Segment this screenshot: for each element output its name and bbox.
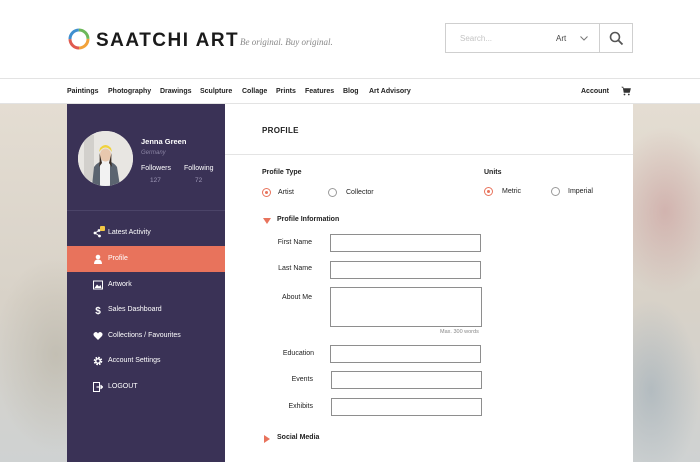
following-label[interactable]: Following	[184, 165, 214, 172]
nav-account[interactable]: Account	[581, 88, 609, 95]
last-name-label: Last Name	[278, 265, 312, 272]
sidebar-item-label: Sales Dashboard	[108, 306, 162, 313]
search-button[interactable]	[600, 23, 633, 53]
nav-photography[interactable]: Photography	[108, 88, 151, 95]
main-nav: Paintings Photography Drawings Sculpture…	[0, 78, 700, 104]
svg-text:$: $	[95, 306, 101, 315]
title-divider	[225, 154, 633, 155]
caret-down-icon	[263, 218, 271, 224]
chevron-down-icon	[580, 36, 588, 41]
sidebar-item-artwork[interactable]: Artwork	[67, 272, 225, 298]
user-icon	[94, 254, 102, 264]
radio-metric-label[interactable]: Metric	[502, 188, 521, 195]
about-me-textarea[interactable]	[331, 288, 481, 326]
page-title: PROFILE	[262, 126, 299, 135]
nav-features[interactable]: Features	[305, 88, 334, 95]
education-label: Education	[282, 350, 314, 357]
avatar[interactable]	[78, 131, 133, 186]
sidebar-divider	[67, 210, 225, 211]
social-media-title: Social Media	[277, 434, 320, 441]
sidebar-item-label: Artwork	[108, 281, 132, 288]
tagline: Be original. Buy original.	[240, 37, 333, 47]
followers-count: 127	[150, 177, 161, 184]
profile-type-label: Profile Type	[262, 169, 302, 176]
sidebar-item-collections[interactable]: Collections / Favourites	[67, 323, 225, 349]
account-sidebar: Jenna Green Germany Followers 127 Follow…	[67, 104, 238, 462]
following-count: 72	[195, 177, 203, 184]
heart-icon	[93, 332, 103, 340]
cart-icon[interactable]	[621, 86, 631, 96]
first-name-field	[330, 234, 481, 252]
dollar-icon: $	[95, 306, 101, 315]
nav-collage[interactable]: Collage	[242, 88, 267, 95]
profile-information-toggle[interactable]: Profile Information	[263, 216, 403, 226]
about-me-label: About Me	[282, 294, 312, 301]
notification-badge	[100, 226, 105, 231]
exhibits-label: Exhibits	[288, 403, 313, 410]
about-me-field	[330, 287, 482, 327]
search-input[interactable]	[446, 24, 544, 52]
radio-artist-label[interactable]: Artist	[278, 189, 294, 196]
search-category-value: Art	[556, 34, 567, 43]
sidebar-item-sales-dashboard[interactable]: $ Sales Dashboard	[67, 297, 225, 323]
radio-imperial[interactable]	[551, 187, 560, 196]
sidebar-item-label: Account Settings	[108, 357, 161, 364]
radio-artist[interactable]	[262, 188, 271, 197]
education-input[interactable]	[331, 346, 480, 362]
first-name-input[interactable]	[331, 235, 480, 251]
sidebar-item-profile[interactable]: Profile	[67, 246, 238, 272]
last-name-input[interactable]	[331, 262, 480, 278]
search-icon	[609, 31, 624, 46]
nav-paintings[interactable]: Paintings	[67, 88, 99, 95]
saatchi-logo-icon[interactable]	[67, 27, 91, 51]
events-label: Events	[291, 376, 313, 383]
first-name-label: First Name	[277, 239, 312, 246]
user-location: Germany	[141, 150, 166, 156]
brand-name[interactable]: SAATCHI ART	[96, 30, 239, 52]
sidebar-item-label: Latest Activity	[108, 229, 151, 236]
sidebar-item-label: LOGOUT	[108, 383, 138, 390]
gear-icon	[93, 356, 103, 366]
nav-drawings[interactable]: Drawings	[160, 88, 192, 95]
radio-imperial-label[interactable]: Imperial	[568, 188, 593, 195]
logout-icon	[93, 382, 103, 392]
nav-prints[interactable]: Prints	[276, 88, 296, 95]
user-name[interactable]: Jenna Green	[141, 137, 186, 146]
nav-art-advisory[interactable]: Art Advisory	[369, 88, 411, 95]
social-media-toggle[interactable]: Social Media	[263, 434, 383, 444]
radio-metric[interactable]	[484, 187, 493, 196]
exhibits-field	[331, 398, 482, 416]
units-label: Units	[484, 169, 502, 176]
radio-collector-label[interactable]: Collector	[346, 189, 374, 196]
events-field	[331, 371, 482, 389]
profile-information-title: Profile Information	[277, 216, 340, 223]
search-box	[445, 23, 545, 53]
sidebar-item-account-settings[interactable]: Account Settings	[67, 348, 225, 374]
about-me-hint: Max. 300 words	[440, 329, 479, 335]
search-category-select[interactable]: Art	[544, 23, 600, 53]
nav-sculpture[interactable]: Sculpture	[200, 88, 232, 95]
exhibits-input[interactable]	[332, 399, 481, 415]
sidebar-item-label: Profile	[108, 255, 128, 262]
sidebar-item-latest-activity[interactable]: Latest Activity	[67, 220, 225, 246]
profile-panel: PROFILE Profile Type Artist Collector Un…	[225, 104, 633, 462]
sidebar-item-logout[interactable]: LOGOUT	[67, 374, 225, 400]
avatar-photo	[78, 131, 133, 186]
image-icon	[93, 280, 103, 290]
radio-collector[interactable]	[328, 188, 337, 197]
followers-label[interactable]: Followers	[141, 165, 171, 172]
site-header: SAATCHI ART Be original. Buy original. A…	[0, 0, 700, 78]
education-field	[330, 345, 481, 363]
caret-right-icon	[264, 435, 270, 443]
events-input[interactable]	[332, 372, 481, 388]
sidebar-item-label: Collections / Favourites	[108, 332, 181, 339]
nav-blog[interactable]: Blog	[343, 88, 359, 95]
last-name-field	[330, 261, 481, 279]
